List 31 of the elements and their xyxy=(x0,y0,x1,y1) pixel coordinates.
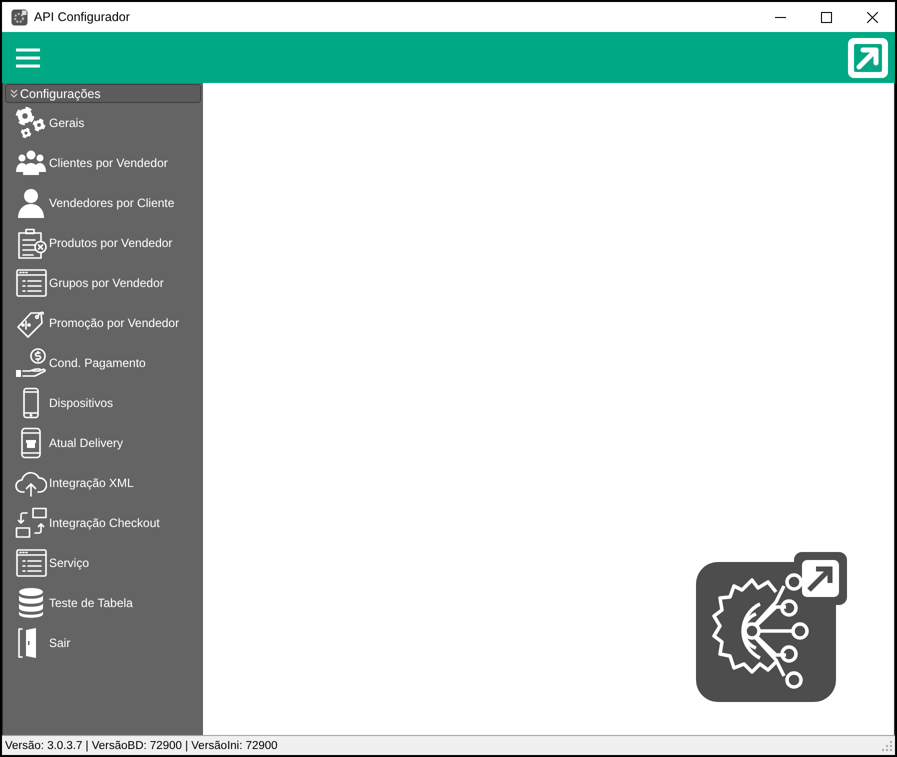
menu-item[interactable]: Integração XML xyxy=(3,463,203,503)
app-icon xyxy=(11,8,28,26)
menu-item[interactable]: Serviço xyxy=(3,543,203,583)
menu-item[interactable]: Cond. Pagamento xyxy=(3,343,203,383)
menu-item[interactable]: Grupos por Vendedor xyxy=(3,263,203,303)
list-window-icon xyxy=(15,267,47,299)
section-header[interactable]: Configurações xyxy=(5,84,201,103)
gear-network-icon xyxy=(696,552,847,702)
chevron-icon xyxy=(10,89,18,98)
menu-item[interactable]: Gerais xyxy=(3,103,203,143)
menu-item[interactable]: Sair xyxy=(3,623,203,663)
menu-item[interactable]: Vendedores por Cliente xyxy=(3,183,203,223)
menu-item[interactable]: Promoção por Vendedor xyxy=(3,303,203,343)
swap-icon xyxy=(15,507,47,539)
menu-item[interactable]: Integração Checkout xyxy=(3,503,203,543)
window-title: API Configurador xyxy=(34,10,131,24)
menu-item[interactable]: Atual Delivery xyxy=(3,423,203,463)
menu-item[interactable]: Teste de Tabela xyxy=(3,583,203,623)
menu-icon[interactable] xyxy=(16,48,40,68)
maximize-icon xyxy=(820,12,832,22)
menu-item[interactable]: Clientes por Vendedor xyxy=(3,143,203,183)
close-icon xyxy=(866,12,878,22)
hand-coin-icon xyxy=(15,347,47,379)
menu-item[interactable]: Dispositivos xyxy=(3,383,203,423)
gears-icon xyxy=(15,107,47,139)
clipboard-icon xyxy=(15,227,47,259)
person-icon xyxy=(15,187,47,219)
menu-item[interactable]: Produtos por Vendedor xyxy=(3,223,203,263)
resize-grip-icon[interactable] xyxy=(882,740,892,750)
list-window-icon xyxy=(15,547,47,579)
status-text: Versão: 3.0.3.7 | VersãoBD: 72900 | VersãoIni: 72900 xyxy=(5,740,279,752)
